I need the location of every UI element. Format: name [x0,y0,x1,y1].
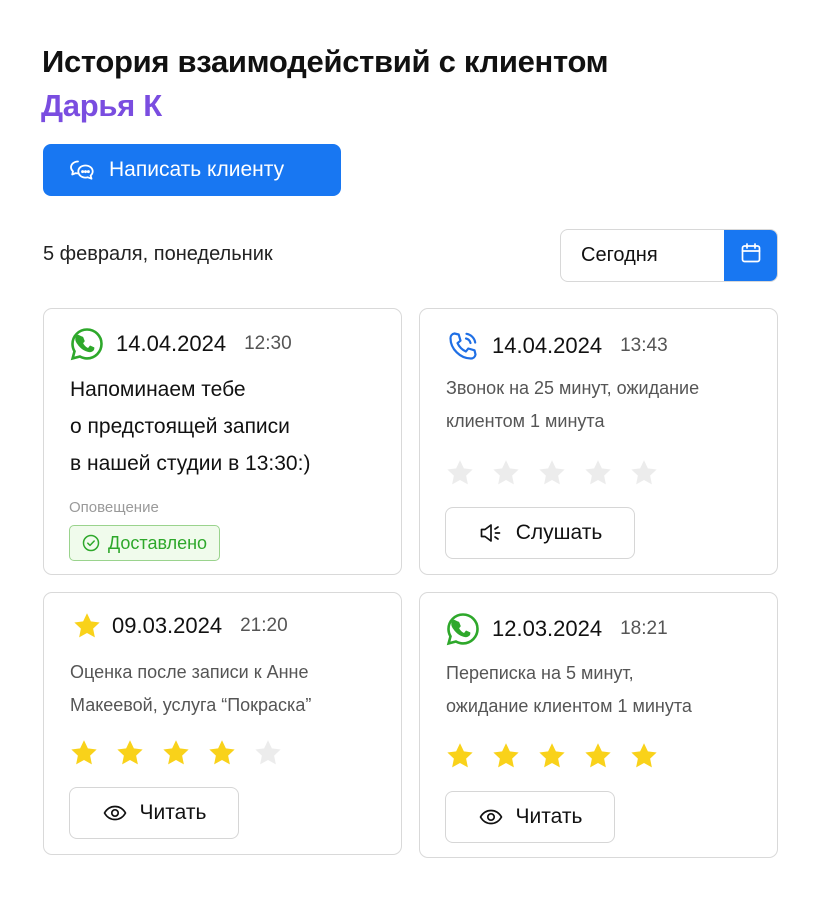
card-header: 12.03.2024 18:21 [446,612,668,646]
whatsapp-icon [446,612,480,646]
card-time: 18:21 [620,618,668,639]
star-filled-icon [491,741,521,771]
interaction-card-call: 14.04.2024 13:43 Звонок на 25 минут, ожи… [419,308,778,575]
chat-bubbles-icon [69,157,95,183]
read-button[interactable]: Читать [445,791,615,843]
star-icon [70,609,104,643]
card-time: 21:20 [240,615,288,636]
star-empty-icon [491,458,521,488]
star-empty-icon [253,738,283,768]
read-label: Читать [139,801,207,824]
card-time: 13:43 [620,335,668,356]
star-filled-icon [161,738,191,768]
card-header: 09.03.2024 21:20 [70,609,288,643]
star-filled-icon [537,741,567,771]
write-client-button[interactable]: Написать клиенту [43,144,341,196]
phone-icon [446,329,480,363]
page-title: История взаимодействий с клиентом [42,44,609,79]
star-filled-icon [629,741,659,771]
interaction-card-notification: 14.04.2024 12:30 Напоминаем тебе о предс… [43,308,402,575]
status-text: Доставлено [108,532,208,553]
card-header: 14.04.2024 12:30 [70,327,292,361]
card-date: 12.03.2024 [492,616,603,641]
eye-icon [478,804,504,830]
card-date: 14.04.2024 [492,333,603,358]
interaction-card-chat: 12.03.2024 18:21 Переписка на 5 минут, о… [419,592,778,858]
rating-stars [69,738,299,768]
date-picker-value[interactable]: Сегодня [561,230,724,281]
card-date: 14.04.2024 [116,331,227,356]
calendar-icon [740,242,762,269]
check-circle-icon [82,534,100,552]
status-badge: Доставлено [69,525,221,561]
card-date: 09.03.2024 [112,613,223,638]
whatsapp-icon [70,327,104,361]
star-filled-icon [69,738,99,768]
interaction-card-rating: 09.03.2024 21:20 Оценка после записи к А… [43,592,402,855]
eye-icon [102,800,128,826]
message-text: Напоминаем тебе о предстоящей записи в н… [70,378,311,475]
star-empty-icon [629,458,659,488]
speaker-icon [478,520,504,546]
current-date-label: 5 февраля, понедельник [43,243,273,265]
client-name: Дарья К [41,88,162,123]
read-label: Читать [515,805,583,828]
star-filled-icon [115,738,145,768]
card-header: 14.04.2024 13:43 [446,329,668,363]
listen-button[interactable]: Слушать [445,507,635,559]
star-filled-icon [445,741,475,771]
star-empty-icon [537,458,567,488]
star-empty-icon [583,458,613,488]
star-filled-icon [583,741,613,771]
calendar-button[interactable] [724,230,777,281]
card-time: 12:30 [244,333,292,354]
date-picker[interactable]: Сегодня [560,229,778,282]
star-empty-icon [445,458,475,488]
star-filled-icon [207,738,237,768]
listen-label: Слушать [515,521,603,544]
call-description: Звонок на 25 минут, ожидание клиентом 1 … [446,378,700,431]
rating-stars [445,458,675,488]
notification-type-label: Оповещение [69,499,159,516]
rating-description: Оценка после записи к Анне Макеевой, усл… [70,662,312,715]
rating-stars [445,741,675,771]
read-button[interactable]: Читать [69,787,239,839]
chat-description: Переписка на 5 минут, ожидание клиентом … [446,663,692,716]
write-client-label: Написать клиенту [109,158,285,181]
